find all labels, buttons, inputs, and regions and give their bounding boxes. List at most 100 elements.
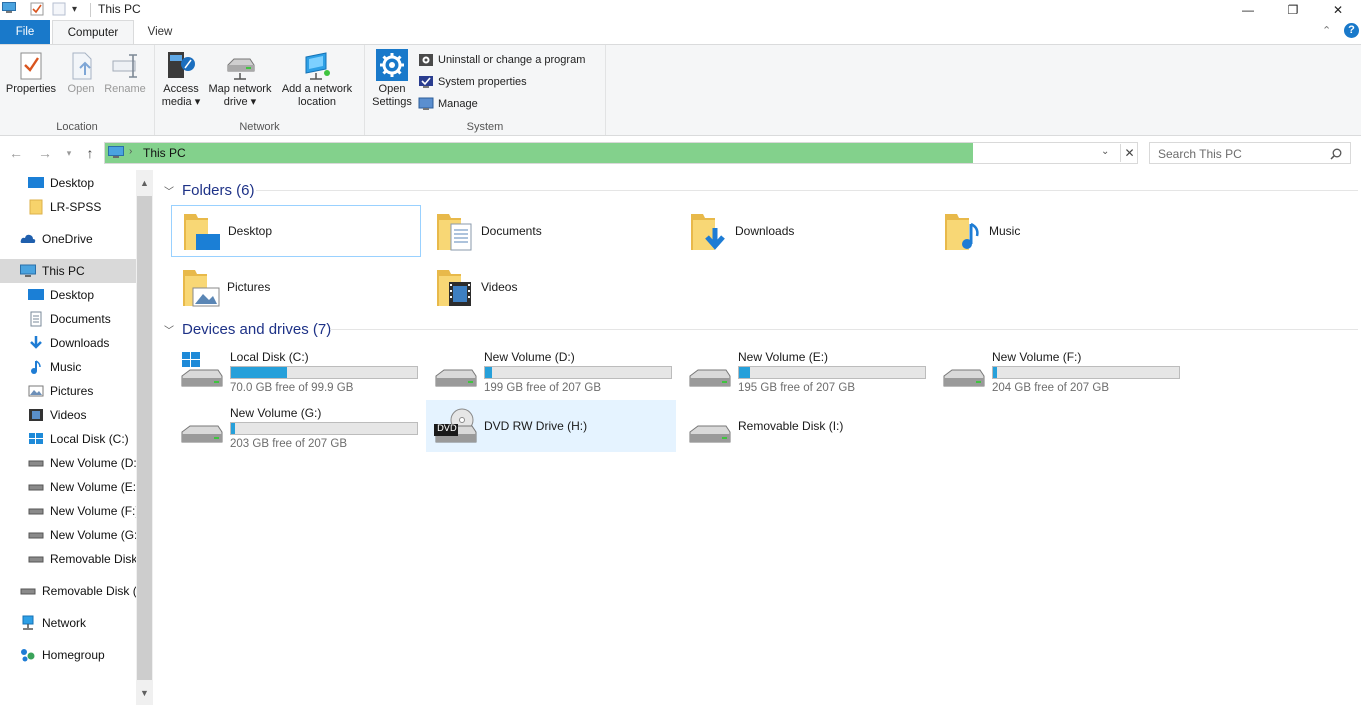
nav-item-lr-spss[interactable]: LR-SPSS (0, 195, 136, 219)
close-button[interactable]: ✕ (1315, 0, 1361, 20)
customize-quick-access-icon[interactable]: ▾ (72, 4, 77, 15)
nav-item-removable-disk[interactable]: Removable Disk (0, 547, 136, 571)
collapse-chevron-icon[interactable]: ﹀ (164, 183, 178, 198)
open-button[interactable]: Open (62, 49, 100, 96)
maximize-button[interactable]: ❐ (1270, 0, 1316, 20)
recent-locations-icon[interactable]: ▾ (59, 143, 79, 163)
manage-button[interactable]: Manage (418, 95, 478, 113)
devices-group-header[interactable]: ﹀ Devices and drives (7) (160, 318, 331, 340)
system-group-label: System (466, 121, 504, 133)
access-media-button[interactable]: Access media ▾ (159, 49, 203, 109)
nav-label: New Volume (G:) (50, 528, 136, 542)
folder-music[interactable]: Music (933, 205, 1183, 257)
this-pc-icon (2, 2, 16, 14)
nav-label: Desktop (50, 176, 95, 190)
nav-item-downloads[interactable]: Downloads (0, 331, 136, 355)
properties-button[interactable]: Properties (4, 49, 58, 96)
nav-label: Documents (50, 312, 111, 326)
properties-quick-icon[interactable] (30, 2, 44, 16)
open-settings-label-1: Open (378, 83, 406, 95)
nav-item-pictures[interactable]: Pictures (0, 379, 136, 403)
system-properties-icon (419, 76, 433, 88)
nav-item-new-volume-d[interactable]: New Volume (D:) (0, 451, 136, 475)
map-network-drive-button[interactable]: Map network drive ▾ (205, 49, 275, 109)
drive-free-space: 70.0 GB free of 99.9 GB (230, 382, 354, 394)
drive-local-disk-c[interactable]: Local Disk (C:) 70.0 GB free of 99.9 GB (172, 344, 422, 396)
nav-label: LR-SPSS (50, 200, 102, 214)
collapse-chevron-icon[interactable]: ﹀ (164, 322, 178, 337)
access-media-label-1: Access (163, 83, 199, 95)
rename-button[interactable]: Rename (102, 49, 148, 96)
nav-item-desktop[interactable]: Desktop (0, 283, 136, 307)
drive-new-volume-e[interactable]: New Volume (E:) 195 GB free of 207 GB (680, 344, 930, 396)
folder-desktop[interactable]: Desktop (171, 205, 421, 257)
stop-loading-icon[interactable]: ✕ (1120, 144, 1138, 162)
nav-item-network[interactable]: Network (0, 611, 136, 635)
nav-item-local-disk-c[interactable]: Local Disk (C:) (0, 427, 136, 451)
drive-new-volume-d[interactable]: New Volume (D:) 199 GB free of 207 GB (426, 344, 676, 396)
rename-label: Rename (104, 83, 146, 95)
network-group-label: Network (239, 121, 280, 133)
nav-item-new-volume-f[interactable]: New Volume (F:) (0, 499, 136, 523)
nav-label: Homegroup (42, 648, 105, 662)
settings-gear-icon (376, 49, 408, 81)
tab-computer[interactable]: Computer (52, 20, 134, 44)
new-folder-quick-icon[interactable] (52, 2, 66, 16)
ribbon-group-network: Access media ▾ Map network drive ▾ Add a… (155, 45, 365, 135)
search-input[interactable]: Search This PC (1149, 142, 1351, 164)
search-placeholder: Search This PC (1158, 147, 1242, 161)
nav-scroll-thumb[interactable] (137, 196, 152, 680)
nav-item-new-volume-e[interactable]: New Volume (E:) (0, 475, 136, 499)
access-media-label-2: media (161, 96, 192, 108)
nav-item-desktop-quick[interactable]: Desktop (0, 171, 136, 195)
nav-scrollbar[interactable]: ▲ ▼ (136, 170, 153, 705)
nav-label: Downloads (50, 336, 110, 350)
minimize-button[interactable]: — (1225, 0, 1271, 20)
add-network-location-button[interactable]: Add a network location (277, 49, 357, 109)
address-history-dropdown-icon[interactable]: ⌄ (1101, 146, 1109, 157)
drive-dvd-rw-h[interactable]: DVD DVD RW Drive (H:) (426, 400, 676, 452)
drive-icon (435, 369, 477, 387)
nav-label: Music (50, 360, 82, 374)
map-drive-label-2: drive (223, 96, 248, 108)
up-arrow-icon[interactable]: ↑ (80, 143, 100, 163)
address-bar[interactable]: › This PC ⌄ ✕ (104, 142, 1138, 164)
nav-item-homegroup[interactable]: Homegroup (0, 643, 136, 667)
desktop-folder-icon (184, 214, 220, 250)
back-arrow-icon[interactable]: ← (6, 143, 26, 163)
collapse-ribbon-icon[interactable]: ⌃ (1322, 24, 1331, 37)
tab-file[interactable]: File (0, 20, 50, 44)
drive-name: DVD RW Drive (H:) (484, 419, 588, 433)
nav-item-videos[interactable]: Videos (0, 403, 136, 427)
drive-name: Removable Disk (I:) (738, 419, 844, 433)
drive-icon (28, 556, 44, 563)
help-icon[interactable]: ? (1344, 23, 1359, 38)
folder-pictures[interactable]: Pictures (171, 261, 421, 313)
folder-videos[interactable]: Videos (425, 261, 675, 313)
folder-downloads[interactable]: Downloads (679, 205, 929, 257)
search-icon[interactable] (1330, 148, 1342, 160)
nav-item-onedrive[interactable]: OneDrive (0, 227, 136, 251)
nav-item-documents[interactable]: Documents (0, 307, 136, 331)
nav-item-removable-disk-i[interactable]: Removable Disk (I (0, 579, 136, 603)
drive-removable-disk-i[interactable]: Removable Disk (I:) (680, 400, 930, 452)
drive-new-volume-g[interactable]: New Volume (G:) 203 GB free of 207 GB (172, 400, 422, 452)
forward-arrow-icon[interactable]: → (35, 143, 55, 163)
uninstall-program-button[interactable]: Uninstall or change a program (418, 51, 585, 69)
music-icon (31, 360, 41, 374)
drive-usage-fill (231, 423, 235, 434)
nav-item-music[interactable]: Music (0, 355, 136, 379)
breadcrumb-chevron-icon[interactable]: › (129, 146, 132, 157)
breadcrumb-this-pc[interactable]: This PC (143, 146, 186, 160)
system-properties-button[interactable]: System properties (418, 73, 527, 91)
drive-new-volume-f[interactable]: New Volume (F:) 204 GB free of 207 GB (934, 344, 1184, 396)
desktop-icon (28, 289, 44, 300)
scroll-up-icon[interactable]: ▲ (136, 174, 153, 191)
folders-group-header[interactable]: ﹀ Folders (6) (160, 179, 255, 201)
nav-item-this-pc[interactable]: This PC (0, 259, 136, 283)
tab-view[interactable]: View (136, 20, 184, 44)
folder-documents[interactable]: Documents (425, 205, 675, 257)
open-settings-button[interactable]: Open Settings (371, 49, 413, 109)
scroll-down-icon[interactable]: ▼ (136, 684, 153, 701)
nav-item-new-volume-g[interactable]: New Volume (G:) (0, 523, 136, 547)
